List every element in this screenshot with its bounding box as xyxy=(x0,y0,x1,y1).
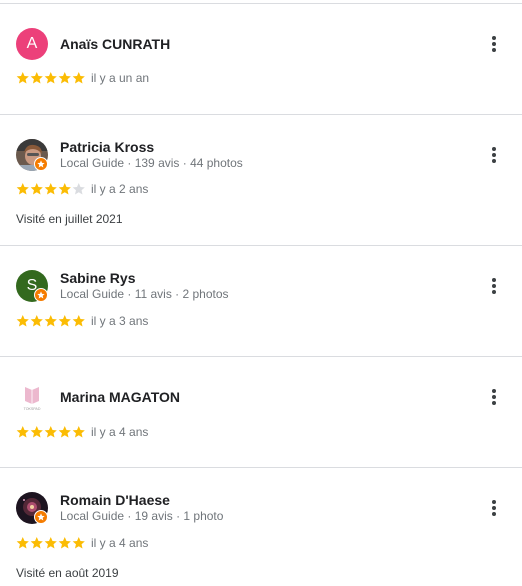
star-filled-icon xyxy=(30,315,43,327)
star-empty-icon xyxy=(72,183,85,195)
reviewer-name[interactable]: Sabine Rys xyxy=(60,270,135,286)
local-guide-badge-icon xyxy=(34,157,48,171)
review-card: TOKSPAD Marina MAGATON il y a 4 ans xyxy=(0,357,522,467)
reviewer-meta[interactable]: Local Guide · 11 avis · 2 photos xyxy=(60,287,229,301)
star-filled-icon xyxy=(44,537,57,549)
review-card: S Sabine Rys Local Guide · 11 avis · 2 p… xyxy=(0,246,522,356)
star-filled-icon xyxy=(58,315,71,327)
visit-date: Visité en juillet 2021 xyxy=(16,212,123,226)
more-options-icon[interactable] xyxy=(486,34,502,54)
review-date: il y a un an xyxy=(91,71,150,85)
star-filled-icon xyxy=(16,315,29,327)
avatar[interactable]: A xyxy=(16,28,48,60)
review-card: A Anaïs CUNRATH il y a un an xyxy=(0,0,522,114)
review-card: Romain D'Haese Local Guide · 19 avis · 1… xyxy=(0,468,522,586)
review-date: il y a 2 ans xyxy=(91,182,149,196)
star-rating xyxy=(16,71,86,85)
review-card: Patricia Kross Local Guide · 139 avis · … xyxy=(0,115,522,245)
star-filled-icon xyxy=(58,183,71,195)
star-filled-icon xyxy=(58,537,71,549)
star-filled-icon xyxy=(30,537,43,549)
star-filled-icon xyxy=(44,72,57,84)
more-options-icon[interactable] xyxy=(486,145,502,165)
reviewer-name[interactable]: Anaïs CUNRATH xyxy=(60,36,170,52)
reviewer-meta[interactable]: Local Guide · 139 avis · 44 photos xyxy=(60,156,243,170)
reviewer-meta[interactable]: Local Guide · 19 avis · 1 photo xyxy=(60,509,223,523)
star-filled-icon xyxy=(16,426,29,438)
local-guide-badge-icon xyxy=(34,288,48,302)
star-rating xyxy=(16,314,86,328)
review-date: il y a 4 ans xyxy=(91,536,149,550)
star-filled-icon xyxy=(16,537,29,549)
reviewer-name[interactable]: Patricia Kross xyxy=(60,139,154,155)
avatar[interactable]: TOKSPAD xyxy=(16,381,48,413)
reviewer-name[interactable]: Romain D'Haese xyxy=(60,492,170,508)
star-filled-icon xyxy=(44,315,57,327)
star-filled-icon xyxy=(72,537,85,549)
star-rating xyxy=(16,536,86,550)
visit-date: Visité en août 2019 xyxy=(16,566,119,580)
star-filled-icon xyxy=(30,426,43,438)
more-options-icon[interactable] xyxy=(486,276,502,296)
star-filled-icon xyxy=(72,315,85,327)
star-filled-icon xyxy=(16,183,29,195)
more-options-icon[interactable] xyxy=(486,387,502,407)
reviewer-name[interactable]: Marina MAGATON xyxy=(60,389,180,405)
svg-text:TOKSPAD: TOKSPAD xyxy=(24,407,41,411)
star-filled-icon xyxy=(58,72,71,84)
star-rating xyxy=(16,425,86,439)
star-filled-icon xyxy=(44,183,57,195)
star-filled-icon xyxy=(30,72,43,84)
star-filled-icon xyxy=(16,72,29,84)
local-guide-badge-icon xyxy=(34,510,48,524)
review-date: il y a 4 ans xyxy=(91,425,149,439)
star-filled-icon xyxy=(30,183,43,195)
star-filled-icon xyxy=(44,426,57,438)
review-date: il y a 3 ans xyxy=(91,314,149,328)
more-options-icon[interactable] xyxy=(486,498,502,518)
star-filled-icon xyxy=(58,426,71,438)
star-filled-icon xyxy=(72,72,85,84)
star-filled-icon xyxy=(72,426,85,438)
star-rating xyxy=(16,182,86,196)
